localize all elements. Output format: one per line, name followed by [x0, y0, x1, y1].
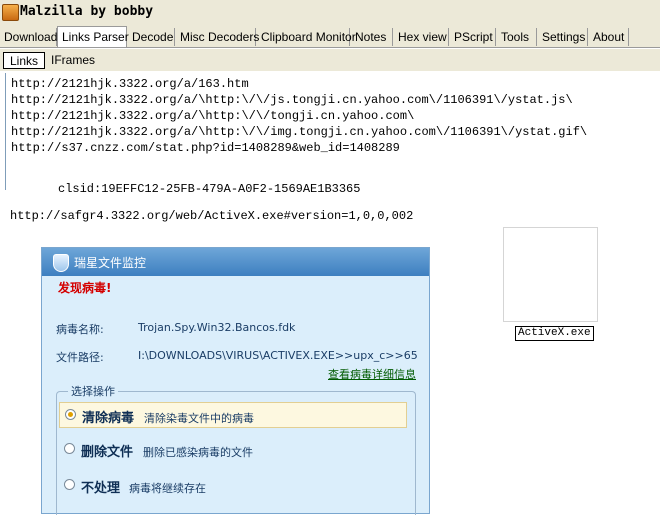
file-path-label: 文件路径:: [56, 351, 104, 364]
link-line: http://2121hjk.3322.org/a/\http:\/\/js.t…: [11, 93, 573, 107]
link-line: http://2121hjk.3322.org/a/163.htm: [11, 77, 249, 91]
activex-url: http://safgr4.3322.org/web/ActiveX.exe#v…: [10, 209, 414, 223]
main-tabs: Download Links Parser Decode Misc Decode…: [0, 26, 660, 48]
radio-unselected[interactable]: [64, 443, 75, 454]
virus-alert-dialog: 瑞星文件监控 发现病毒! 病毒名称: Trojan.Spy.Win32.Banc…: [41, 247, 430, 515]
option-name: 删除文件: [81, 445, 134, 460]
link-line: http://2121hjk.3322.org/a/\http:\/\/tong…: [11, 109, 415, 123]
title-bar: Malzilla by bobby: [0, 0, 660, 26]
option-desc: 删除已感染病毒的文件: [143, 446, 253, 459]
shield-icon: [53, 254, 69, 272]
option-clean-virus[interactable]: 清除病毒 清除染毒文件中的病毒: [59, 402, 407, 428]
radio-unselected[interactable]: [64, 479, 75, 490]
tab-download[interactable]: Download: [0, 28, 57, 46]
option-desc: 病毒将继续存在: [129, 482, 206, 495]
link-line: http://2121hjk.3322.org/a/\http:\/\/img.…: [11, 125, 588, 139]
tab-clipboard-monitor[interactable]: Clipboard Monitor: [257, 28, 356, 46]
tab-notes[interactable]: Notes: [351, 28, 393, 46]
window-title: Malzilla by bobby: [20, 4, 154, 19]
file-path-value: I:\DOWNLOADS\VIRUS\ACTIVEX.EXE>>upx_c>>6…: [138, 349, 418, 362]
dialog-header: 瑞星文件监控: [42, 248, 429, 276]
option-name: 不处理: [81, 481, 121, 496]
tab-settings[interactable]: Settings: [538, 28, 588, 46]
tab-tools[interactable]: Tools: [497, 28, 537, 46]
sub-tabs: Links IFrames: [0, 49, 660, 71]
option-delete-file[interactable]: 删除文件 删除已感染病毒的文件: [59, 437, 407, 463]
links-textarea[interactable]: http://2121hjk.3322.org/a/163.htm http:/…: [5, 73, 660, 190]
tab-links-parser[interactable]: Links Parser: [57, 26, 129, 48]
subtab-iframes[interactable]: IFrames: [45, 52, 101, 69]
app-icon: [2, 4, 19, 21]
virus-name-value: Trojan.Spy.Win32.Bancos.fdk: [138, 321, 296, 334]
option-ignore[interactable]: 不处理 病毒将继续存在: [59, 473, 407, 499]
tab-hex-view[interactable]: Hex view: [394, 28, 449, 46]
subtab-links[interactable]: Links: [3, 52, 46, 69]
option-desc: 清除染毒文件中的病毒: [144, 412, 254, 425]
virus-found-text: 发现病毒!: [58, 281, 112, 295]
image-caption: ActiveX.exe: [515, 326, 594, 341]
tab-pscript[interactable]: PScript: [450, 28, 496, 46]
tab-decode[interactable]: Decode: [128, 28, 175, 46]
link-line: http://s37.cnzz.com/stat.php?id=1408289&…: [11, 141, 400, 155]
image-placeholder: [503, 227, 598, 322]
action-group-title: 选择操作: [68, 383, 118, 399]
virus-name-label: 病毒名称:: [56, 323, 104, 336]
virus-details-link[interactable]: 查看病毒详细信息: [328, 366, 416, 382]
tab-about[interactable]: About: [589, 28, 629, 46]
tabstrip-divider: [0, 47, 660, 48]
option-name: 清除病毒: [82, 411, 135, 426]
tab-misc-decoders[interactable]: Misc Decoders: [176, 28, 259, 46]
dialog-title: 瑞星文件监控: [74, 256, 147, 270]
clsid-text: clsid:19EFFC12-25FB-479A-A0F2-1569AE1B33…: [58, 182, 361, 196]
radio-selected[interactable]: [65, 409, 76, 420]
